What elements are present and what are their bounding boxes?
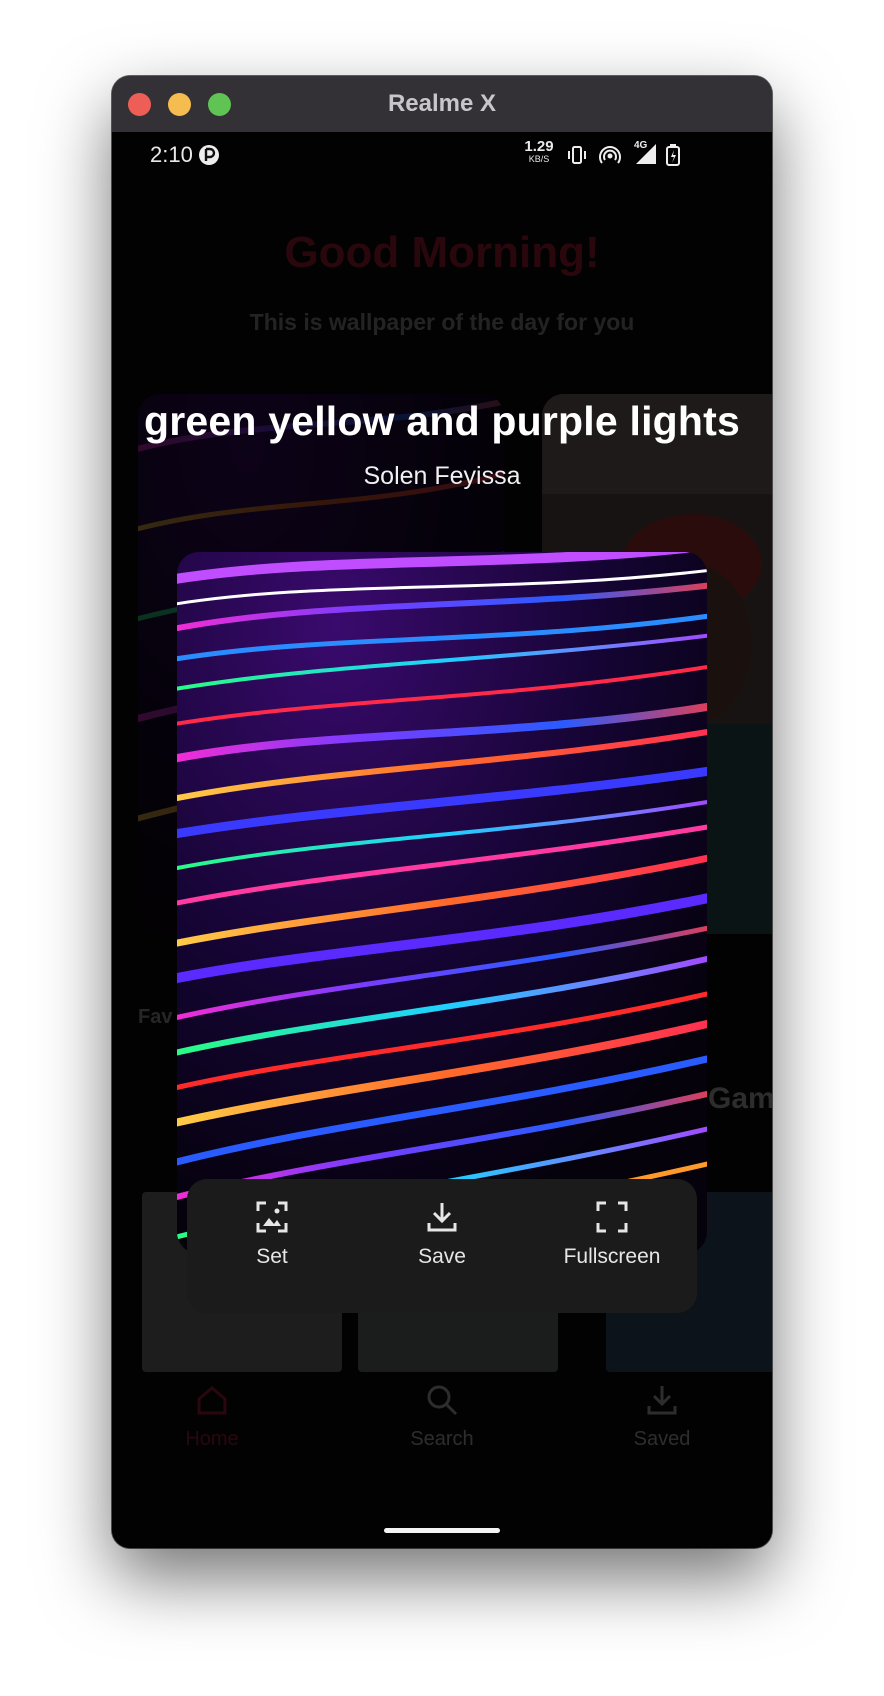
status-time: 2:10 <box>150 142 193 167</box>
search-icon <box>427 1385 458 1416</box>
title-bar: Realme X <box>112 76 772 132</box>
wallpaper-of-day-subtitle: This is wallpaper of the day for you <box>249 309 635 335</box>
wallpaper-title: green yellow and purple lights <box>143 398 741 444</box>
favourites-heading: Fav <box>138 1006 173 1028</box>
category-heading: Gamin <box>708 1082 772 1115</box>
save-button-label: Save <box>418 1245 466 1268</box>
nav-search-label: Search <box>410 1428 474 1450</box>
hotspot-icon <box>598 144 622 171</box>
signal-icon: 4G <box>632 140 658 171</box>
net-speed: 1.29 KB/S <box>524 138 554 166</box>
battery-icon <box>666 144 680 171</box>
wallpaper-preview-image[interactable] <box>177 552 707 1254</box>
net-speed-value: 1.29 <box>524 138 554 155</box>
window-title: Realme X <box>387 90 497 117</box>
wallpaper-author: Solen Feyissa <box>363 462 521 490</box>
nav-saved[interactable]: Saved <box>592 1382 732 1451</box>
status-bar: 2:10 1.29 KB/S 4G <box>112 132 772 184</box>
fullscreen-button[interactable]: Fullscreen <box>537 1199 687 1269</box>
network-type-label: 4G <box>634 140 648 151</box>
emulator-window: Realme X 2:10 1.29 KB/S 4G Good Morning!… <box>112 76 772 1548</box>
download-icon <box>427 1203 457 1232</box>
greeting-title: Good Morning! <box>284 228 600 277</box>
set-wallpaper-button[interactable]: Set <box>197 1199 347 1269</box>
wallpaper-set-icon <box>256 1201 288 1233</box>
vibrate-icon <box>566 144 588 171</box>
nav-home-label: Home <box>185 1428 239 1450</box>
nav-search[interactable]: Search <box>372 1382 512 1451</box>
fullscreen-icon <box>596 1201 628 1233</box>
download-icon <box>647 1386 677 1415</box>
phone-screen: 2:10 1.29 KB/S 4G Good Morning! This is … <box>112 132 772 1548</box>
set-button-label: Set <box>256 1245 288 1268</box>
gesture-home-indicator[interactable] <box>384 1528 500 1533</box>
app-notification-icon <box>198 144 220 171</box>
save-wallpaper-button[interactable]: Save <box>367 1199 517 1269</box>
fullscreen-button-label: Fullscreen <box>563 1245 661 1268</box>
home-icon <box>197 1386 227 1415</box>
nav-home[interactable]: Home <box>142 1382 282 1451</box>
nav-saved-label: Saved <box>633 1428 691 1450</box>
wallpaper-action-bar: Set Save Fullscreen <box>187 1179 697 1313</box>
